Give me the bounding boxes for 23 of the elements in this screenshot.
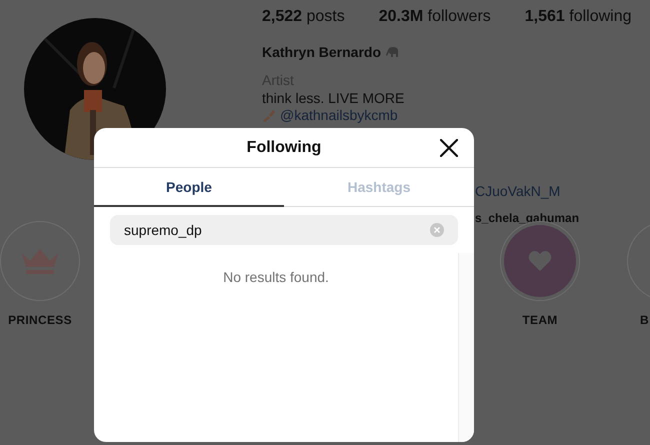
no-results-message: No results found. — [223, 269, 329, 287]
clear-button[interactable] — [430, 223, 444, 237]
highlight-label: PRINCESS — [8, 313, 72, 327]
close-button[interactable] — [438, 137, 460, 159]
bio-link[interactable]: CJuoVakN_M — [475, 183, 560, 199]
highlight-circle[interactable] — [0, 221, 80, 301]
profile-link[interactable]: @kathnailsbykcmb — [280, 107, 398, 123]
profile-bio: think less. LIVE MORE — [262, 90, 406, 106]
close-icon — [440, 139, 458, 157]
search-field[interactable]: supremo_dp — [110, 215, 458, 245]
dialog-title: Following — [246, 138, 322, 156]
elephant-icon — [386, 46, 400, 58]
nail-polish-icon — [262, 108, 276, 122]
heart-icon — [528, 250, 552, 272]
search-input[interactable]: supremo_dp — [124, 222, 430, 238]
highlight-label: B — [640, 313, 649, 327]
highlight-label: TEAM — [522, 313, 558, 327]
clear-icon — [434, 227, 440, 233]
profile-stat[interactable]: 20.3M followers — [378, 8, 491, 26]
mention-link[interactable]: s_chela_gahuman — [475, 211, 580, 225]
profile-name: Kathryn Bernardo — [262, 44, 382, 60]
profile-stat[interactable]: 1,561 following — [524, 8, 632, 26]
profile-stat[interactable]: 2,522 posts — [262, 8, 345, 26]
